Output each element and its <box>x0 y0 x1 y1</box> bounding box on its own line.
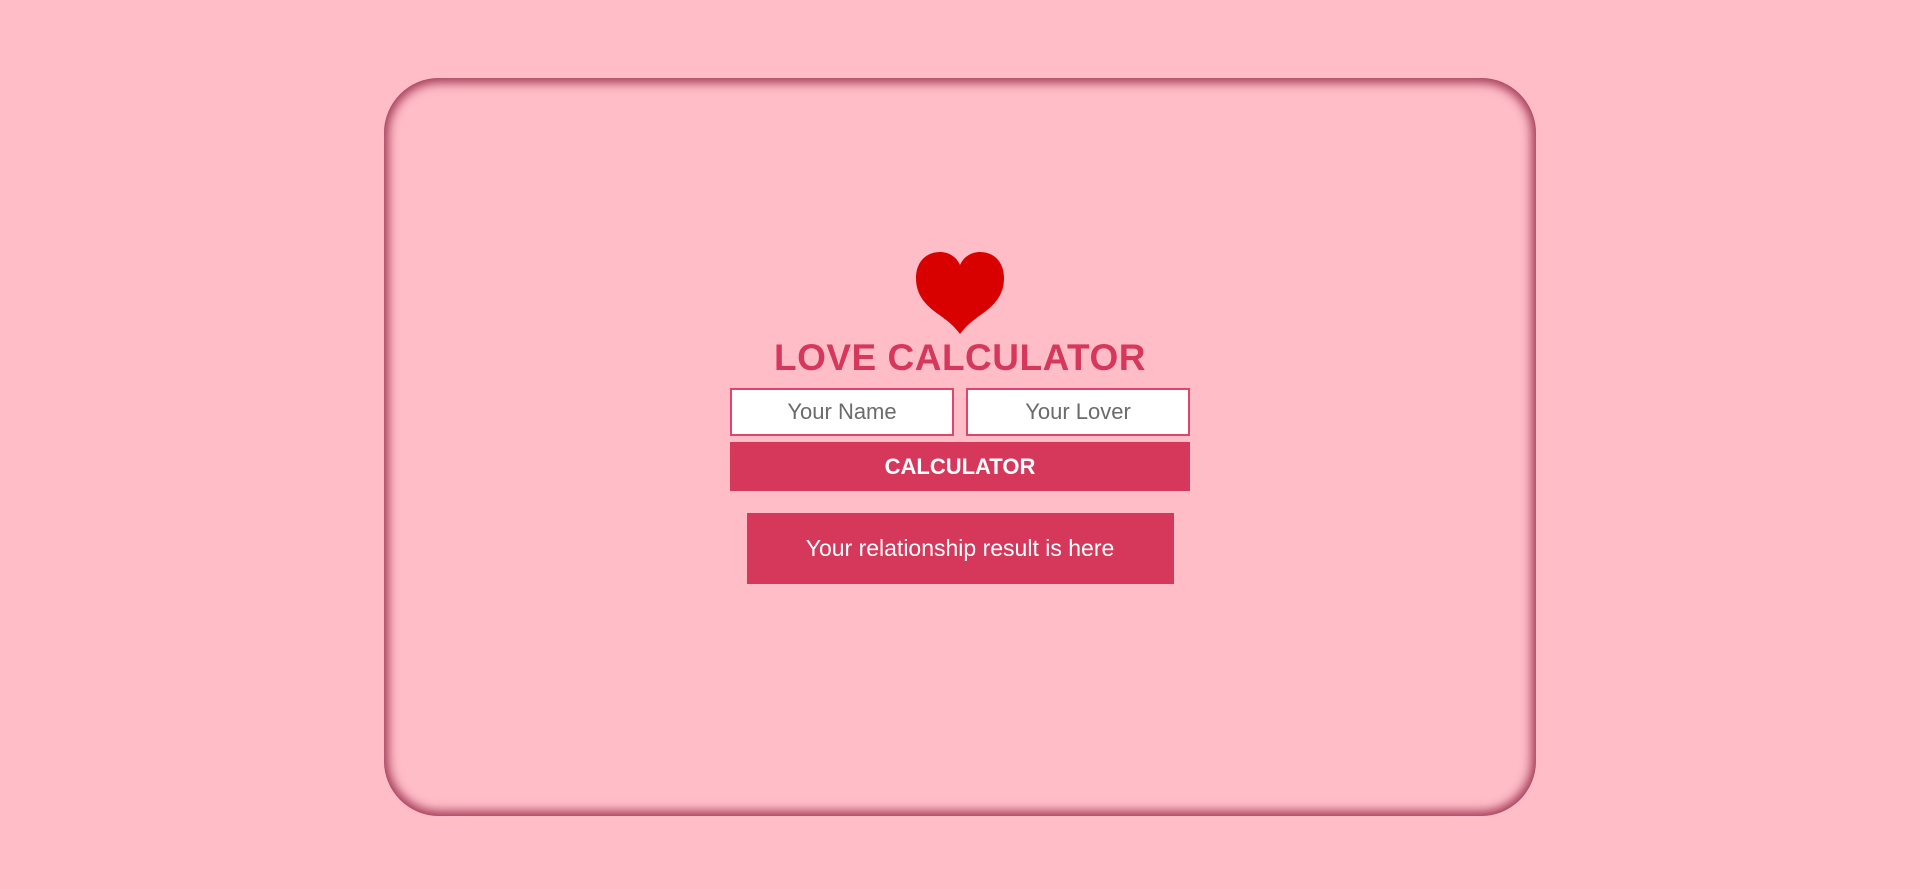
your-name-input[interactable] <box>730 388 954 436</box>
result-box: Your relationship result is here <box>746 513 1174 584</box>
name-inputs <box>730 388 1190 436</box>
heart-icon <box>916 252 1004 334</box>
calculator-button[interactable]: CALCULATOR <box>730 442 1190 491</box>
result-text: Your relationship result is here <box>805 535 1115 561</box>
page-title: LOVE CALCULATOR <box>773 337 1146 378</box>
calculator-content: LOVE CALCULATOR CALCULATOR Your relation… <box>730 250 1190 584</box>
your-lover-input[interactable] <box>966 388 1190 436</box>
